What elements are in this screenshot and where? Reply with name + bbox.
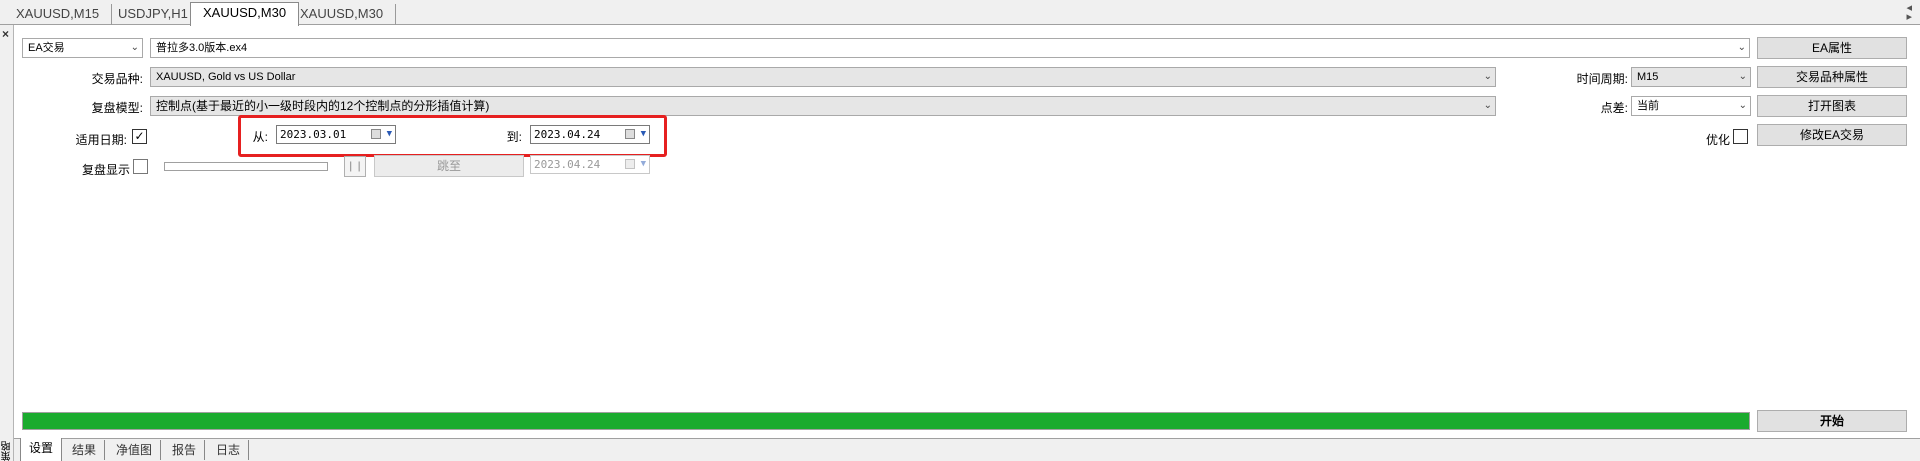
spread-value: 当前 xyxy=(1637,100,1659,112)
close-icon[interactable]: × xyxy=(2,27,9,41)
modify-ea-button[interactable]: 修改EA交易 xyxy=(1757,124,1907,146)
tab-settings[interactable]: 设置 xyxy=(20,438,63,461)
chevron-down-icon: ⌄ xyxy=(1483,100,1492,111)
timeframe-label: 时间周期: xyxy=(1576,72,1628,86)
test-progress-fill xyxy=(23,413,1749,429)
tab-scroll-arrows[interactable]: ◂ ▸ xyxy=(1906,3,1912,23)
tab-results[interactable]: 结果 xyxy=(64,440,106,460)
tab-report[interactable]: 报告 xyxy=(164,440,206,460)
optimize-label: 优化 xyxy=(1705,133,1730,147)
spread-select[interactable]: 当前 ⌄ xyxy=(1631,96,1751,116)
model-select[interactable]: 控制点(基于最近的小一级时段内的12个控制点的分形插值计算) ⌄ xyxy=(150,96,1496,116)
chart-tab-xauusd-m30-active[interactable]: XAUUSD,M30 xyxy=(190,2,300,26)
date-range-highlight xyxy=(238,115,667,157)
model-value: 控制点(基于最近的小一级时段内的12个控制点的分形插值计算) xyxy=(156,99,490,113)
chevron-down-icon: ⌄ xyxy=(1483,71,1492,82)
chevron-down-icon: ⌄ xyxy=(1738,71,1747,82)
chevron-down-icon: ⌄ xyxy=(1738,100,1747,111)
skip-to-button[interactable]: 跳至 xyxy=(374,155,524,177)
open-chart-button[interactable]: 打开图表 xyxy=(1757,95,1907,117)
mode-select[interactable]: EA交易 ⌄ xyxy=(22,38,143,58)
symbol-value: XAUUSD, Gold vs US Dollar xyxy=(156,71,296,83)
skip-date-value: 2023.04.24 xyxy=(534,158,601,171)
visual-speed-slider[interactable] xyxy=(164,162,328,171)
symbol-properties-button[interactable]: 交易品种属性 xyxy=(1757,66,1907,88)
visual-mode-label: 复盘显示 xyxy=(81,163,130,177)
chart-tab-xauusd-m15[interactable]: XAUUSD,M15 xyxy=(4,4,113,25)
mode-select-value: EA交易 xyxy=(28,42,65,54)
timeframe-value: M15 xyxy=(1637,71,1659,83)
pause-icon: ❘❘ xyxy=(346,161,364,172)
model-label: 复盘模型: xyxy=(91,101,143,115)
symbol-select[interactable]: XAUUSD, Gold vs US Dollar ⌄ xyxy=(150,67,1496,87)
use-date-label: 适用日期: xyxy=(75,133,127,147)
tab-equity-chart[interactable]: 净值图 xyxy=(108,440,162,460)
start-button[interactable]: 开始 xyxy=(1757,410,1907,432)
optimize-checkbox[interactable] xyxy=(1733,129,1748,144)
chart-tab-xauusd-m30[interactable]: XAUUSD,M30 xyxy=(288,4,397,25)
chevron-down-icon: ⌄ xyxy=(1737,42,1746,53)
ea-file-value: 普拉多3.0版本.ex4 xyxy=(156,42,248,54)
tester-side-strip xyxy=(0,25,14,461)
tester-bottom-tab-bar xyxy=(14,438,1920,461)
symbol-label: 交易品种: xyxy=(91,72,143,86)
visual-mode-checkbox[interactable] xyxy=(133,159,148,174)
tab-scroll-right-icon[interactable]: ▸ xyxy=(1906,12,1912,23)
chevron-down-icon: ⌄ xyxy=(130,42,139,53)
timeframe-select[interactable]: M15 ⌄ xyxy=(1631,67,1751,87)
spread-label: 点差: xyxy=(1600,101,1628,115)
ea-file-select[interactable]: 普拉多3.0版本.ex4 ⌄ xyxy=(150,38,1750,58)
tester-side-label: 策略测试 xyxy=(2,441,28,461)
ea-properties-button[interactable]: EA属性 xyxy=(1757,37,1907,59)
pause-button[interactable]: ❘❘ xyxy=(344,156,366,177)
calendar-icon xyxy=(625,159,635,169)
tab-journal[interactable]: 日志 xyxy=(208,440,250,460)
use-date-checkbox[interactable]: ✓ xyxy=(132,129,147,144)
chevron-down-icon: ▼ xyxy=(640,159,646,169)
chart-tab-usdjpy-h1[interactable]: USDJPY,H1 xyxy=(106,4,201,25)
skip-to-date-picker[interactable]: 2023.04.24 ▼ xyxy=(530,155,650,174)
